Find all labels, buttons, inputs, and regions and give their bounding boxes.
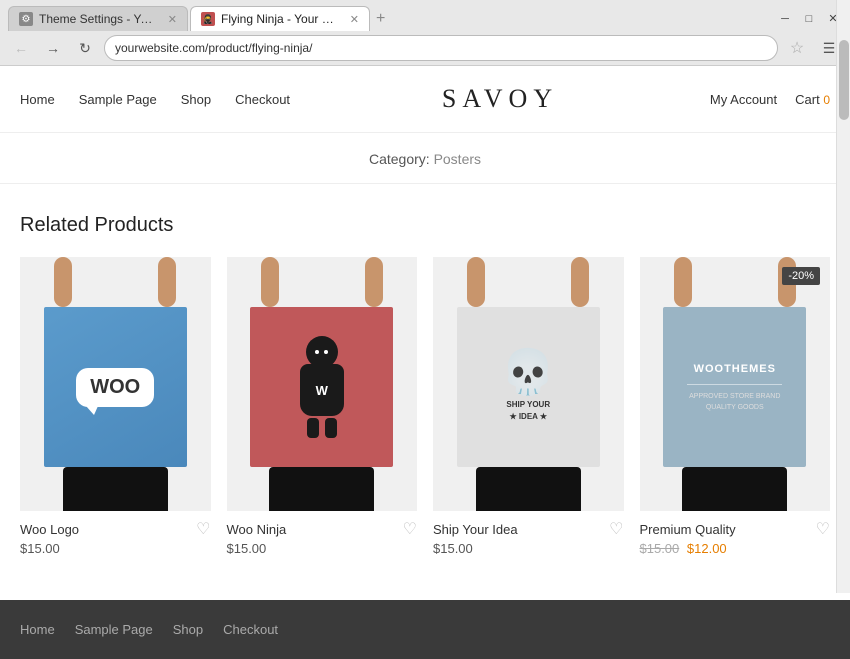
address-bar[interactable] (104, 35, 778, 61)
tab1-close[interactable]: ✕ (168, 13, 177, 26)
site-header: Home Sample Page Shop Checkout SAVOY My … (0, 66, 850, 133)
product-card-ship-idea[interactable]: 💀 SHIP YOUR★ IDEA ★ Ship Your Idea ♡ $15… (433, 257, 624, 560)
product-card-woo-ninja[interactable]: W Wo (227, 257, 418, 560)
browser-tabs: ⚙ Theme Settings - Your W... ✕ 🥷 Flying … (8, 6, 385, 31)
product-info-woo-logo: Woo Logo ♡ (20, 511, 211, 541)
new-tab-button[interactable]: + (376, 11, 385, 31)
arm-right (158, 257, 176, 307)
arm-left (54, 257, 72, 307)
nav-sample-page[interactable]: Sample Page (79, 92, 157, 107)
product-card-woo-logo[interactable]: WOO Woo Logo ♡ $15.00 (20, 257, 211, 560)
product-card-premium[interactable]: WOOTHEMES APPROVED STORE BRANDQUALITY GO… (640, 257, 831, 560)
product-info-premium: Premium Quality ♡ (640, 511, 831, 541)
arm-left-3 (467, 257, 485, 307)
products-grid: WOO Woo Logo ♡ $15.00 (20, 257, 830, 560)
forward-button[interactable]: → (40, 35, 66, 61)
browser-chrome: ⚙ Theme Settings - Your W... ✕ 🥷 Flying … (0, 0, 850, 66)
nav-left: Home Sample Page Shop Checkout (20, 92, 290, 107)
minimize-button[interactable]: ─ (776, 10, 794, 28)
tab2-favicon: 🥷 (201, 12, 215, 26)
tab2-close[interactable]: ✕ (350, 13, 359, 26)
bookmark-icon[interactable]: ☆ (784, 35, 810, 61)
back-button[interactable]: ← (8, 35, 34, 61)
wishlist-premium[interactable]: ♡ (816, 519, 830, 539)
wishlist-ship-idea[interactable]: ♡ (609, 519, 623, 539)
arm-left-4 (674, 257, 692, 307)
product-name-premium: Premium Quality (640, 522, 736, 537)
window-controls: ─ □ ✕ (776, 10, 842, 28)
site-logo[interactable]: SAVOY (290, 84, 710, 114)
site-footer: Home Sample Page Shop Checkout (0, 600, 850, 659)
product-price-premium: $15.00 $12.00 (640, 541, 831, 560)
footer-link-shop[interactable]: Shop (173, 622, 203, 637)
product-name-woo-ninja: Woo Ninja (227, 522, 287, 537)
tab1-favicon: ⚙ (19, 12, 33, 26)
product-info-woo-ninja: Woo Ninja ♡ (227, 511, 418, 541)
footer-nav: Home Sample Page Shop Checkout (20, 622, 830, 637)
browser-toolbar: ← → ↻ ☆ ☰ (0, 31, 850, 65)
arm-right-2 (365, 257, 383, 307)
product-image-ship-idea: 💀 SHIP YOUR★ IDEA ★ (433, 257, 624, 511)
footer-link-home[interactable]: Home (20, 622, 55, 637)
related-products-section: Related Products WOO (0, 184, 850, 600)
product-price-ship-idea: $15.00 (433, 541, 624, 560)
product-image-woo-ninja: W (227, 257, 418, 511)
tab1-label: Theme Settings - Your W... (39, 12, 158, 26)
maximize-button[interactable]: □ (800, 10, 818, 28)
wishlist-woo-logo[interactable]: ♡ (196, 519, 210, 539)
category-value[interactable]: Posters (434, 151, 481, 167)
cart-badge: 0 (823, 93, 830, 107)
website: Home Sample Page Shop Checkout SAVOY My … (0, 66, 850, 659)
scrollbar (836, 0, 850, 593)
old-price-premium: $15.00 (640, 541, 680, 556)
product-name-ship-idea: Ship Your Idea (433, 522, 518, 537)
product-image-premium: WOOTHEMES APPROVED STORE BRANDQUALITY GO… (640, 257, 831, 511)
footer-link-checkout[interactable]: Checkout (223, 622, 278, 637)
section-title: Related Products (20, 214, 830, 237)
category-bar: Category: Posters (0, 133, 850, 184)
browser-tab-2[interactable]: 🥷 Flying Ninja - Your Webs... ✕ (190, 6, 370, 31)
product-name-woo-logo: Woo Logo (20, 522, 79, 537)
new-price-premium: $12.00 (687, 541, 727, 556)
tab2-label: Flying Ninja - Your Webs... (221, 12, 340, 26)
category-label: Category: (369, 151, 430, 167)
nav-right: My Account Cart 0 (710, 92, 830, 107)
wishlist-woo-ninja[interactable]: ♡ (403, 519, 417, 539)
browser-titlebar: ⚙ Theme Settings - Your W... ✕ 🥷 Flying … (0, 0, 850, 31)
product-price-woo-logo: $15.00 (20, 541, 211, 560)
reload-button[interactable]: ↻ (72, 35, 98, 61)
product-info-ship-idea: Ship Your Idea ♡ (433, 511, 624, 541)
scrollbar-thumb[interactable] (839, 40, 849, 120)
nav-shop[interactable]: Shop (181, 92, 211, 107)
product-price-woo-ninja: $15.00 (227, 541, 418, 560)
arm-left-2 (261, 257, 279, 307)
nav-home[interactable]: Home (20, 92, 55, 107)
sale-badge-premium: -20% (782, 267, 820, 285)
site-nav: Home Sample Page Shop Checkout SAVOY My … (20, 66, 830, 132)
arm-right-3 (571, 257, 589, 307)
nav-checkout[interactable]: Checkout (235, 92, 290, 107)
browser-tab-1[interactable]: ⚙ Theme Settings - Your W... ✕ (8, 6, 188, 31)
skull-emoji: 💀 (501, 351, 556, 395)
nav-my-account[interactable]: My Account (710, 92, 777, 107)
nav-cart[interactable]: Cart 0 (795, 92, 830, 107)
product-image-woo-logo: WOO (20, 257, 211, 511)
footer-link-sample-page[interactable]: Sample Page (75, 622, 153, 637)
